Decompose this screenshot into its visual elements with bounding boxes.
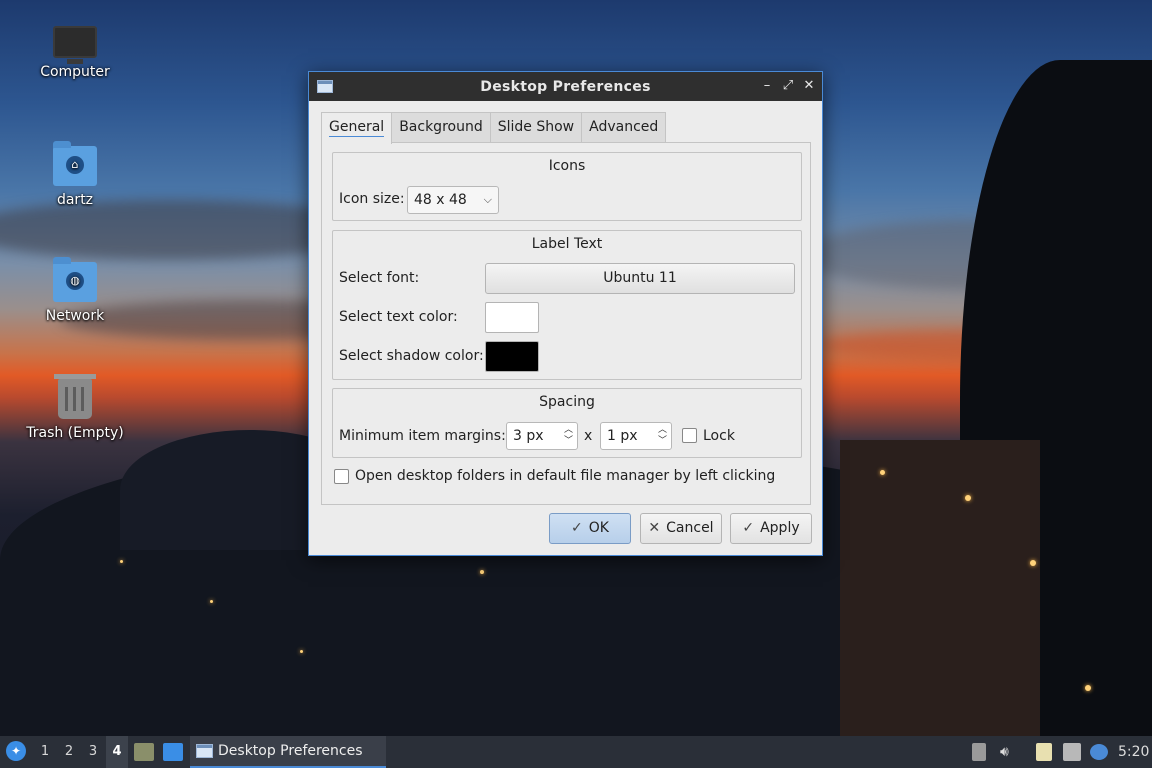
workspace-4-button[interactable]: 4: [106, 736, 128, 768]
network-icon[interactable]: [1063, 743, 1081, 761]
clipboard-icon[interactable]: [1036, 743, 1052, 761]
computer-icon: [53, 26, 97, 64]
tab-background[interactable]: Background: [391, 112, 491, 143]
home-folder-icon: ⌂: [53, 141, 97, 186]
desktop-icon-label: Computer: [40, 64, 110, 80]
volume-icon[interactable]: 🔊︎: [1000, 743, 1009, 761]
network-folder-icon: ◍: [53, 257, 97, 302]
tab-advanced[interactable]: Advanced: [581, 112, 667, 143]
margin-y-spinbox[interactable]: 1 px ︿ ﹀: [600, 422, 672, 450]
globe-icon: ◍: [66, 272, 84, 290]
city-light: [1085, 685, 1091, 691]
desktop-preferences-dialog: Desktop Preferences – ⤢ ✕ General Backgr…: [308, 71, 823, 556]
minimize-button[interactable]: –: [759, 78, 775, 94]
tab-slide-show[interactable]: Slide Show: [489, 112, 583, 143]
open-folders-checkbox[interactable]: [334, 469, 349, 484]
tab-bar: General Background Slide Show Advanced: [321, 112, 667, 144]
select-text-color-label: Select text color:: [339, 309, 458, 325]
desktop-icon-label: Trash (Empty): [26, 425, 124, 441]
window-icon: [196, 744, 213, 758]
text-color-button[interactable]: [485, 302, 539, 333]
desktop-icon-computer[interactable]: Computer: [20, 22, 130, 80]
margin-separator: x: [584, 428, 593, 444]
workspace-1-button[interactable]: 1: [34, 736, 56, 768]
select-font-label: Select font:: [339, 270, 420, 286]
workspace-3-button[interactable]: 3: [82, 736, 104, 768]
desktop-icon-trash[interactable]: Trash (Empty): [20, 374, 130, 441]
ok-button[interactable]: ✓ OK: [549, 513, 631, 544]
open-folders-label: Open desktop folders in default file man…: [355, 468, 776, 484]
tab-general[interactable]: General: [321, 112, 393, 144]
window-icon: [317, 80, 333, 93]
city-light: [300, 650, 303, 653]
minimum-item-margins-label: Minimum item margins:: [339, 428, 506, 444]
checkmark-icon: ✓: [571, 520, 583, 536]
wallpaper-buildings: [840, 440, 1040, 736]
lock-checkbox[interactable]: [682, 428, 697, 443]
taskbar: ✦ 1 2 3 4 Desktop Preferences 🔊︎ 5:20: [0, 736, 1152, 768]
show-desktop-icon[interactable]: [163, 743, 183, 761]
city-light: [1030, 560, 1036, 566]
shadow-color-button[interactable]: [485, 341, 539, 372]
trash-icon: [54, 374, 96, 419]
cancel-button[interactable]: ✕ Cancel: [640, 513, 722, 544]
start-menu-icon[interactable]: ✦: [6, 741, 26, 761]
apply-button[interactable]: ✓ Apply: [730, 513, 812, 544]
icons-group-title: Icons: [548, 158, 586, 174]
city-light: [880, 470, 885, 475]
icon-size-combo[interactable]: 48 x 48 ⌵: [407, 186, 499, 214]
maximize-button[interactable]: ⤢: [780, 78, 796, 94]
icon-size-label: Icon size:: [339, 191, 405, 207]
spin-arrows-icon: ︿ ﹀: [563, 425, 573, 446]
city-light: [965, 495, 971, 501]
select-font-button[interactable]: Ubuntu 11: [485, 263, 795, 294]
checkmark-icon: ✓: [742, 520, 755, 536]
select-shadow-color-label: Select shadow color:: [339, 348, 484, 364]
spacing-group-title: Spacing: [539, 394, 595, 410]
label-text-group-title: Label Text: [531, 236, 603, 252]
city-light: [480, 570, 484, 574]
home-icon: ⌂: [66, 156, 84, 174]
general-tab-page: Icons Icon size: 48 x 48 ⌵ Label Text Se…: [321, 142, 811, 505]
city-light: [120, 560, 123, 563]
dialog-title: Desktop Preferences: [480, 78, 651, 95]
desktop-icon-label: dartz: [56, 192, 94, 208]
margin-x-spinbox[interactable]: 3 px ︿ ﹀: [506, 422, 578, 450]
x-icon: ✕: [648, 520, 661, 536]
spin-arrows-icon: ︿ ﹀: [657, 425, 667, 446]
lock-label: Lock: [703, 428, 735, 444]
notification-icon[interactable]: [1090, 744, 1108, 760]
icons-group: Icons Icon size: 48 x 48 ⌵: [332, 152, 802, 221]
desktop-icon-label: Network: [45, 308, 105, 324]
taskbar-item-desktop-preferences[interactable]: Desktop Preferences: [190, 736, 386, 768]
desktop-icon-network[interactable]: ◍ Network: [20, 257, 130, 324]
workspace-2-button[interactable]: 2: [58, 736, 80, 768]
clock[interactable]: 5:20: [1118, 743, 1149, 761]
spacing-group: Spacing Minimum item margins: 3 px ︿ ﹀ x …: [332, 388, 802, 458]
dialog-titlebar[interactable]: Desktop Preferences – ⤢ ✕: [309, 72, 822, 101]
taskbar-item-label: Desktop Preferences: [218, 743, 363, 759]
city-light: [210, 600, 213, 603]
chevron-down-icon: ⌵: [483, 193, 492, 206]
eject-icon[interactable]: [972, 743, 986, 761]
desktop-icon-home[interactable]: ⌂ dartz: [20, 141, 130, 208]
label-text-group: Label Text Select font: Ubuntu 11 Select…: [332, 230, 802, 380]
close-button[interactable]: ✕: [801, 78, 817, 94]
file-manager-launcher-icon[interactable]: [134, 743, 154, 761]
